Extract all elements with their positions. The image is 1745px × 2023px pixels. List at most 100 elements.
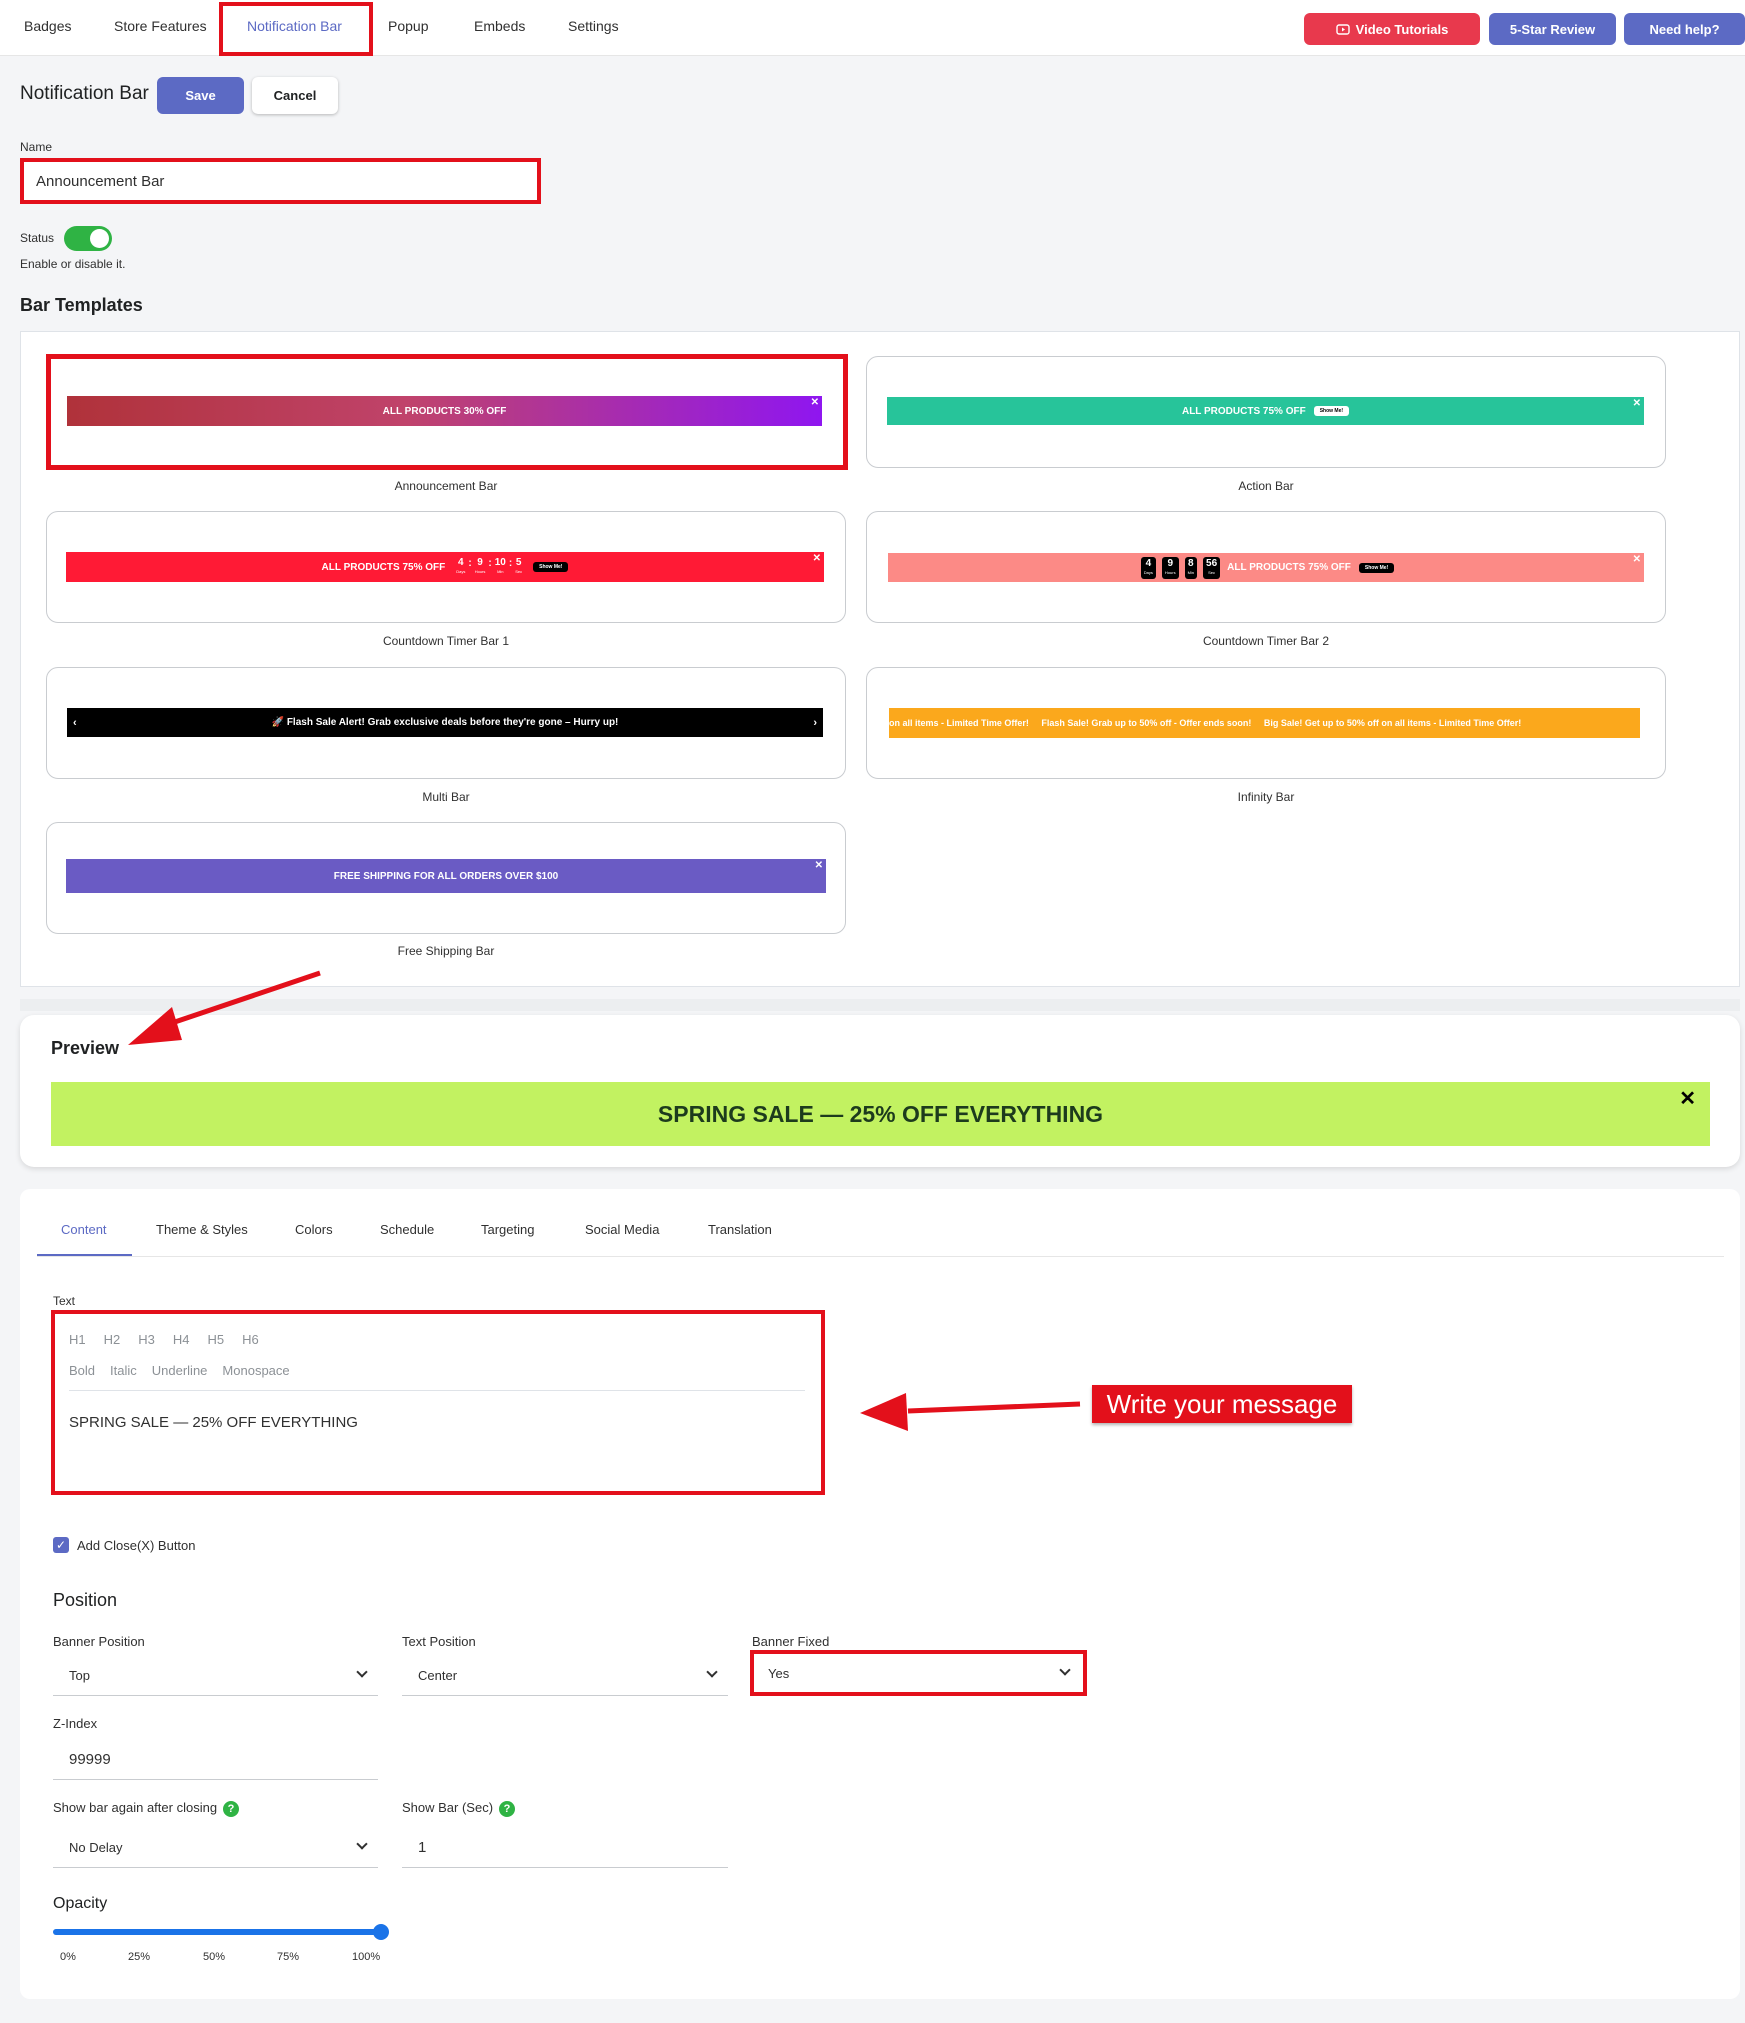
banner-fixed-value: Yes: [768, 1665, 790, 1681]
h6-button[interactable]: H6: [242, 1332, 259, 1347]
annotation-arrow-message: [860, 1393, 1081, 1431]
countdown-1-button: Show Me!: [533, 562, 569, 572]
status-label: Status: [20, 231, 55, 245]
tab-badges[interactable]: Badges: [24, 18, 71, 38]
timer-days: 4 Days: [456, 557, 466, 575]
tab-social-media[interactable]: Social Media: [585, 1222, 659, 1237]
close-button-label: Add Close(X) Button: [77, 1538, 196, 1553]
banner-position-select[interactable]: Top: [53, 1656, 378, 1696]
text-position-value: Center: [418, 1668, 458, 1683]
banner-fixed-label: Banner Fixed: [752, 1634, 830, 1649]
show-bar-label-row: Show Bar (Sec)?: [402, 1800, 516, 1817]
opacity-slider-fill: [53, 1929, 381, 1935]
chevron-down-icon: [356, 1838, 368, 1850]
timer-seconds: 5 Sec: [515, 557, 523, 575]
toggle-knob: [90, 229, 109, 248]
close-icon: ✕: [814, 860, 823, 871]
zindex-input[interactable]: 99999: [53, 1740, 378, 1780]
status-help-text: Enable or disable it.: [20, 257, 126, 271]
tab-settings[interactable]: Settings: [568, 18, 619, 38]
opacity-slider-thumb[interactable]: [373, 1924, 389, 1940]
help-icon[interactable]: ?: [499, 1800, 516, 1817]
need-help-button[interactable]: Need help?: [1624, 13, 1745, 45]
h1-button[interactable]: H1: [69, 1332, 86, 1347]
save-button[interactable]: Save: [157, 77, 244, 114]
opacity-tick-75: 75%: [277, 1951, 300, 1963]
countdown-2-timer: 4 Days 9 Hours 8 Min 56 Sec: [1138, 556, 1223, 579]
opacity-tick-25: 25%: [128, 1951, 151, 1963]
cancel-button[interactable]: Cancel: [252, 77, 338, 114]
h3-button[interactable]: H3: [138, 1332, 155, 1347]
infinity-bar-sample: on all items - Limited Time Offer! Flash…: [889, 708, 1640, 738]
show-again-label: Show bar again after closing: [53, 1800, 218, 1815]
text-editor[interactable]: H1 H2 H3 H4 H5 H6 Bold Italic Underline …: [51, 1310, 825, 1495]
close-button-checkbox[interactable]: ✓: [53, 1537, 69, 1553]
h5-button[interactable]: H5: [208, 1332, 225, 1347]
bold-button[interactable]: Bold: [69, 1363, 95, 1378]
status-toggle[interactable]: [64, 226, 112, 251]
timer-minutes: 8 Min: [1184, 556, 1198, 579]
highlight-notification-tab: [219, 2, 373, 56]
text-label: Text: [53, 1294, 76, 1308]
video-icon: [1335, 23, 1350, 35]
timer-minutes: 10 Min: [494, 557, 506, 575]
tab-translation[interactable]: Translation: [708, 1222, 772, 1237]
tab-targeting[interactable]: Targeting: [481, 1222, 534, 1237]
free-shipping-bar-sample: FREE SHIPPING FOR ALL ORDERS OVER $100 ✕: [66, 859, 826, 893]
banner-fixed-select[interactable]: Yes: [750, 1650, 1087, 1696]
multi-bar-text: 🚀 Flash Sale Alert! Grab exclusive deals…: [271, 717, 619, 728]
show-again-select[interactable]: No Delay: [53, 1828, 378, 1868]
free-shipping-bar-text: FREE SHIPPING FOR ALL ORDERS OVER $100: [333, 870, 559, 882]
template-label-announcement: Announcement Bar: [394, 479, 498, 493]
editor-content[interactable]: SPRING SALE — 25% OFF EVERYTHING: [69, 1414, 358, 1431]
template-label-multi: Multi Bar: [422, 790, 470, 804]
tab-theme-styles[interactable]: Theme & Styles: [156, 1222, 248, 1237]
announcement-bar-sample: ALL PRODUCTS 30% OFF ✕: [67, 396, 822, 426]
action-bar-button: Show Me!: [1313, 406, 1350, 416]
tab-colors[interactable]: Colors: [295, 1222, 333, 1237]
format-toolbar: Bold Italic Underline Monospace: [69, 1363, 290, 1378]
chevron-down-icon: [1059, 1664, 1071, 1676]
multi-bar-sample: ‹ 🚀 Flash Sale Alert! Grab exclusive dea…: [67, 708, 823, 737]
template-label-infinity: Infinity Bar: [1237, 790, 1295, 804]
tab-popup[interactable]: Popup: [388, 18, 428, 38]
show-bar-input[interactable]: 1: [402, 1828, 728, 1868]
video-tutorials-label: Video Tutorials: [1355, 21, 1449, 37]
close-icon: ✕: [812, 553, 821, 564]
video-tutorials-button[interactable]: Video Tutorials: [1304, 13, 1480, 45]
write-message-callout: Write your message: [1092, 1385, 1352, 1423]
text-position-select[interactable]: Center: [402, 1656, 728, 1696]
h2-button[interactable]: H2: [104, 1332, 121, 1347]
tab-schedule[interactable]: Schedule: [380, 1222, 434, 1237]
position-heading: Position: [53, 1590, 118, 1610]
opacity-slider-track[interactable]: [53, 1924, 389, 1940]
tab-embeds[interactable]: Embeds: [474, 18, 525, 38]
italic-button[interactable]: Italic: [110, 1363, 137, 1378]
countdown-2-bar-sample: 4 Days 9 Hours 8 Min 56 Sec ALL PRODUCTS 75%…: [888, 553, 1644, 582]
template-label-action: Action Bar: [1238, 479, 1294, 493]
tab-store-features[interactable]: Store Features: [114, 18, 207, 38]
banner-position-label: Banner Position: [53, 1634, 145, 1649]
monospace-button[interactable]: Monospace: [222, 1363, 289, 1378]
preview-bar-text: SPRING SALE — 25% OFF EVERYTHING: [657, 1100, 1104, 1127]
h4-button[interactable]: H4: [173, 1332, 190, 1347]
five-star-review-button[interactable]: 5-Star Review: [1489, 13, 1616, 45]
countdown-1-timer: 4 Days: 9 Hours: 10 Min: 5 Sec: [456, 557, 523, 575]
countdown-1-bar-text: ALL PRODUCTS 75% OFF: [321, 561, 446, 573]
help-icon[interactable]: ?: [223, 1800, 240, 1817]
bar-templates-heading: Bar Templates: [20, 295, 143, 315]
close-icon: ✕: [1632, 398, 1641, 409]
timer-days: 4 Days: [1140, 556, 1156, 579]
name-field[interactable]: Announcement Bar: [20, 158, 541, 204]
opacity-tick-50: 50%: [203, 1951, 226, 1963]
tabs-divider: [37, 1256, 1724, 1257]
close-icon[interactable]: ✕: [1679, 1086, 1696, 1111]
tab-content[interactable]: Content: [61, 1222, 107, 1237]
countdown-2-bar-text: ALL PRODUCTS 75% OFF: [1227, 562, 1351, 573]
countdown-1-bar-sample: ALL PRODUCTS 75% OFF 4 Days: 9 Hours: 10 Mi…: [66, 552, 824, 582]
chevron-down-icon: [706, 1666, 718, 1678]
underline-button[interactable]: Underline: [152, 1363, 208, 1378]
close-icon: ✕: [1632, 554, 1641, 565]
action-bar-text: ALL PRODUCTS 75% OFF: [1181, 405, 1306, 417]
zindex-label: Z-Index: [53, 1716, 98, 1731]
